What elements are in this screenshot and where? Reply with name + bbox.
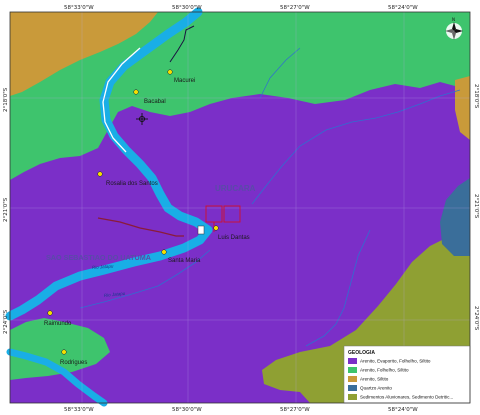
- place-label-rosalia: Rosalia dos Santos: [106, 181, 158, 187]
- coord-top-4: 58°24'0"W: [388, 5, 418, 11]
- coord-top-1: 58°33'0"W: [64, 5, 94, 11]
- legend-swatch-5: [348, 394, 357, 400]
- place-label-bacabal: Bacabal: [144, 99, 166, 105]
- place-marker-macurei: [167, 69, 173, 75]
- legend-swatch-1: [348, 358, 357, 364]
- legend-label-3: Arenito, Siltito: [360, 377, 389, 382]
- place-marker-luis-dantas: [213, 225, 219, 231]
- region-label-urucara: URUCARA: [215, 184, 256, 193]
- place-marker-rodrigues: [61, 349, 67, 355]
- marker-box: [197, 225, 205, 235]
- coord-left-2: 2°21'0"S: [3, 197, 9, 222]
- place-marker-raimundo: [47, 310, 53, 316]
- place-marker-santa-maria: [161, 249, 167, 255]
- legend-label-2: Arenito, Folhelho, Siltito: [360, 368, 409, 373]
- coord-bottom-2: 58°30'0"W: [172, 407, 202, 413]
- legend-label-4: Quartzo Arenito: [360, 386, 392, 391]
- coord-right-2: 2°21'0"S: [473, 194, 479, 219]
- legend-label-1: Arenito, Evaporito, Folhelho, Siltito: [360, 359, 431, 364]
- legend-swatch-2: [348, 367, 357, 373]
- map-canvas: Macurei Bacabal Rosalia dos Santos Luis …: [0, 0, 480, 415]
- legend-title: GEOLOGIA: [348, 350, 375, 356]
- legend: GEOLOGIA Arenito, Evaporito, Folhelho, S…: [343, 345, 471, 404]
- map-body: [5, 7, 470, 407]
- coord-bottom-3: 58°27'0"W: [280, 407, 310, 413]
- coord-bottom-1: 58°33'0"W: [64, 407, 94, 413]
- legend-swatch-3: [348, 376, 357, 382]
- coord-bottom-4: 58°24'0"W: [388, 407, 418, 413]
- place-label-santa-maria: Santa Maria: [168, 258, 201, 264]
- coord-right-3: 2°24'0"S: [473, 306, 479, 331]
- coord-top-2: 58°30'0"W: [172, 5, 202, 11]
- place-label-raimundo: Raimundo: [44, 321, 72, 327]
- coord-top-3: 58°27'0"W: [280, 5, 310, 11]
- legend-label-5: Sedimentos Aluvionares, Sedimento Detrit…: [360, 395, 453, 400]
- place-marker-rosalia: [97, 171, 103, 177]
- region-label-sao-sebastiao: SAO SEBASTIAO DO UATUMA: [46, 253, 151, 262]
- coord-right-1: 2°18'0"S: [473, 84, 479, 109]
- svg-text:N: N: [452, 17, 455, 22]
- place-label-macurei: Macurei: [174, 78, 195, 84]
- legend-swatch-4: [348, 385, 357, 391]
- place-marker-bacabal: [133, 89, 139, 95]
- coord-left-1: 2°18'0"S: [3, 87, 9, 112]
- geology-map: Macurei Bacabal Rosalia dos Santos Luis …: [0, 0, 480, 415]
- place-label-rodrigues: Rodrigues: [60, 360, 87, 366]
- place-label-luis-dantas: Luis Dantas: [218, 235, 250, 241]
- coord-left-3: 2°24'0"S: [3, 309, 9, 334]
